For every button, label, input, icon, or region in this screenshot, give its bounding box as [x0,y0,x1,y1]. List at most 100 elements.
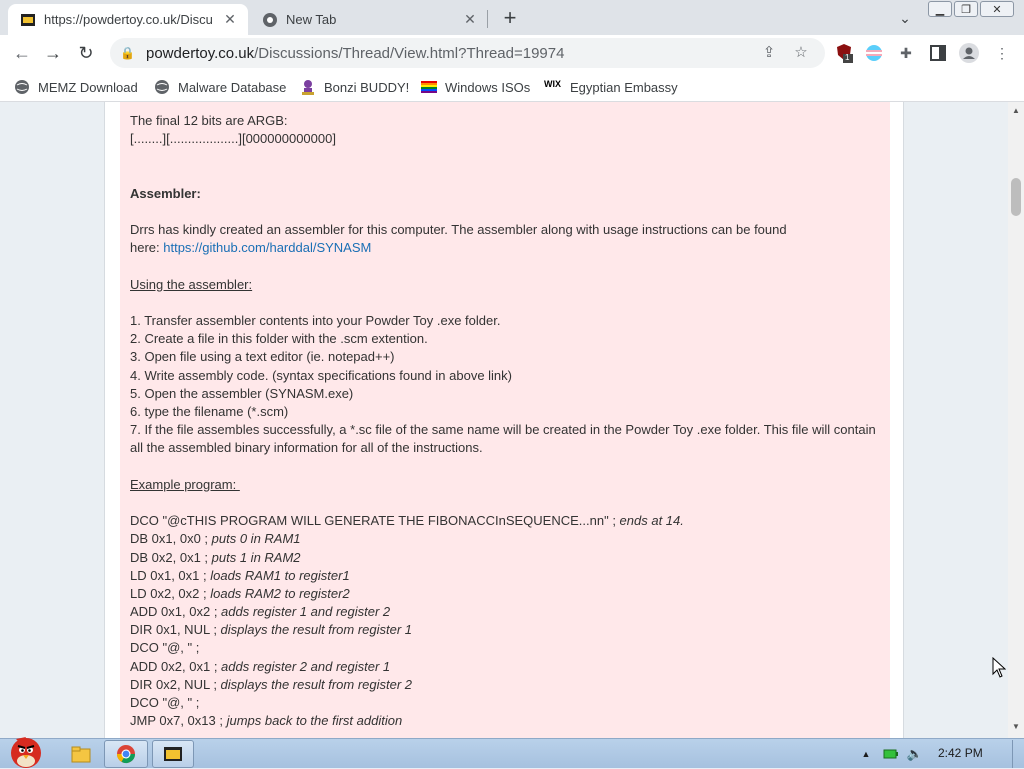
bookmark-malware-database[interactable]: Malware Database [154,76,286,98]
argb-heading: The final 12 bits are ARGB: [130,113,288,128]
angry-bird-start-icon [11,737,41,768]
show-desktop-button[interactable] [1012,740,1022,768]
window-app-icon [164,747,182,761]
bookmark-label: Egyptian Embassy [570,79,678,95]
profile-avatar-icon[interactable] [959,43,979,63]
code-text: DCO "@, " ; [130,695,200,710]
tab-title: https://powdertoy.co.uk/Discu [44,12,213,27]
globe-icon [14,79,30,95]
rainbow-flag-icon [421,79,437,95]
code-text: DIR 0x2, NUL ; [130,676,221,692]
forum-post: The final 12 bits are ARGB: [........][.… [120,102,890,738]
code-comment: displays the result from register 1 [220,622,413,638]
windows-taskbar: ▲ 🔈 2:42 PM [0,737,1024,768]
step-5: 5. Open the assembler (SYNASM.exe) [130,385,354,401]
code-text: DB 0x1, 0x0 ; [130,531,212,547]
tab-strip: https://powdertoy.co.uk/Discu ✕ New Tab … [0,0,1024,35]
app-taskbar-button[interactable] [152,740,194,768]
code-text: DIR 0x1, NUL ; [130,622,221,638]
bookmark-windows-isos[interactable]: Windows ISOs [421,76,530,98]
menu-kebab-icon[interactable]: ⋮ [992,43,1012,63]
bookmark-star-icon[interactable]: ☆ [792,43,810,61]
code-text: LD 0x2, 0x2 ; [130,585,211,601]
bookmark-label: Malware Database [178,79,287,95]
mouse-cursor-icon [992,657,1006,678]
chrome-favicon-icon [262,12,278,28]
using-assembler-heading: Using the assembler: [130,276,253,292]
code-comment: ends at 14. [619,513,684,529]
step-7: 7. If the file assembles successfully, a… [130,422,876,438]
code-comment: adds register 1 and register 2 [221,604,391,620]
bookmark-bonzi-buddy[interactable]: Bonzi BUDDY! [300,76,409,98]
share-icon[interactable]: ⇪ [760,43,778,61]
url-host: powdertoy.co.uk [146,44,255,62]
code-line: DCO "@, " ; [130,639,885,657]
new-tab-plus-icon[interactable]: + [498,5,522,30]
back-arrow-icon[interactable]: ← [10,41,34,65]
scroll-up-arrow-icon[interactable]: ▲ [1012,106,1020,116]
code-text: ADD 0x1, 0x2 ; [130,604,222,620]
synasm-github-link[interactable]: https://github.com/harddal/SYNASM [163,240,371,255]
code-comment: puts 1 in RAM2 [211,549,301,565]
code-text: JMP 0x7, 0x13 ; [130,713,227,729]
close-window-button[interactable]: ✕ [980,1,1014,17]
code-text: ADD 0x2, 0x1 ; [130,658,222,674]
code-comment: loads RAM2 to register2 [210,585,350,601]
code-line: LD 0x2, 0x2 ; loads RAM2 to register2 [130,585,885,603]
code-text: DCO "@, " ; [130,640,200,656]
code-comment: puts 0 in RAM1 [211,531,301,547]
bookmarks-bar: MEMZ Download Malware Database Bonzi BUD… [0,71,1024,102]
address-url: powdertoy.co.uk/Discussions/Thread/View.… [146,45,564,62]
chrome-taskbar-button[interactable] [104,740,148,768]
tab-powdertoy[interactable]: https://powdertoy.co.uk/Discu ✕ [8,4,248,35]
chrome-icon [117,745,135,764]
code-line: ADD 0x1, 0x2 ; adds register 1 and regis… [130,603,885,621]
assembler-heading: Assembler: [130,185,201,201]
scrollbar-thumb[interactable] [1011,178,1021,216]
bookmark-label: MEMZ Download [38,79,138,95]
trans-flag-extension-icon[interactable] [864,43,884,63]
volume-tray-icon[interactable]: 🔈 [906,740,924,768]
code-comment: displays the result from register 2 [220,676,413,692]
assembler-description-prefix: here: [130,240,164,256]
ublock-extension-icon[interactable]: 1 [834,43,854,63]
tab-close-icon[interactable]: ✕ [220,10,240,30]
battery-tray-icon[interactable] [882,740,900,768]
code-line: DIR 0x2, NUL ; displays the result from … [130,676,885,694]
page-scrollbar[interactable]: ▲ ▼ [1008,102,1024,738]
bookmark-egyptian-embassy[interactable]: WIX Egyptian Embassy [544,76,678,98]
tab-title: New Tab [286,12,337,27]
post-body: The final 12 bits are ARGB: [........][.… [130,112,885,730]
reload-icon[interactable]: ↻ [74,41,98,65]
bookmark-label: Bonzi BUDDY! [324,79,410,95]
side-panel-icon[interactable] [928,43,948,63]
page-viewport: The final 12 bits are ARGB: [........][.… [0,102,1008,738]
extension-badge: 1 [845,53,850,62]
code-text: DB 0x2, 0x1 ; [130,549,212,565]
restore-window-button[interactable]: ❐ [954,1,978,17]
forward-arrow-icon[interactable]: → [41,41,65,65]
tab-search-chevron-icon[interactable]: ⌄ [895,8,915,28]
address-bar[interactable]: 🔒 powdertoy.co.uk/Discussions/Thread/Vie… [110,38,825,68]
code-line: DIR 0x1, NUL ; displays the result from … [130,621,885,639]
taskbar-clock[interactable]: 2:42 PM [938,746,983,760]
forum-page-frame: The final 12 bits are ARGB: [........][.… [104,102,904,738]
tab-new-tab[interactable]: New Tab ✕ [250,4,488,35]
step-6: 6. type the filename (*.scm) [130,404,289,419]
show-hidden-icons-arrow-icon[interactable]: ▲ [858,740,874,768]
browser-toolbar: ← → ↻ 🔒 powdertoy.co.uk/Discussions/Thre… [0,35,1024,71]
start-button[interactable] [0,731,52,769]
powdertoy-favicon-icon [20,12,36,28]
assembler-description-line-1: Drrs has kindly created an assembler for… [130,222,787,238]
bookmark-memz-download[interactable]: MEMZ Download [14,76,138,98]
step-4: 4. Write assembly code. (syntax specific… [130,367,512,383]
code-comment: loads RAM1 to register1 [210,567,350,583]
tab-close-icon[interactable]: ✕ [460,10,480,30]
minimize-window-button[interactable]: ▁ [928,1,952,17]
code-line: DB 0x2, 0x1 ; puts 1 in RAM2 [130,549,885,567]
code-text: LD 0x1, 0x1 ; [130,567,211,583]
wix-icon: WIX [544,79,561,89]
file-explorer-taskbar-icon[interactable] [68,740,94,768]
scroll-down-arrow-icon[interactable]: ▼ [1012,722,1020,732]
extensions-puzzle-icon[interactable]: ✚ [896,43,916,63]
